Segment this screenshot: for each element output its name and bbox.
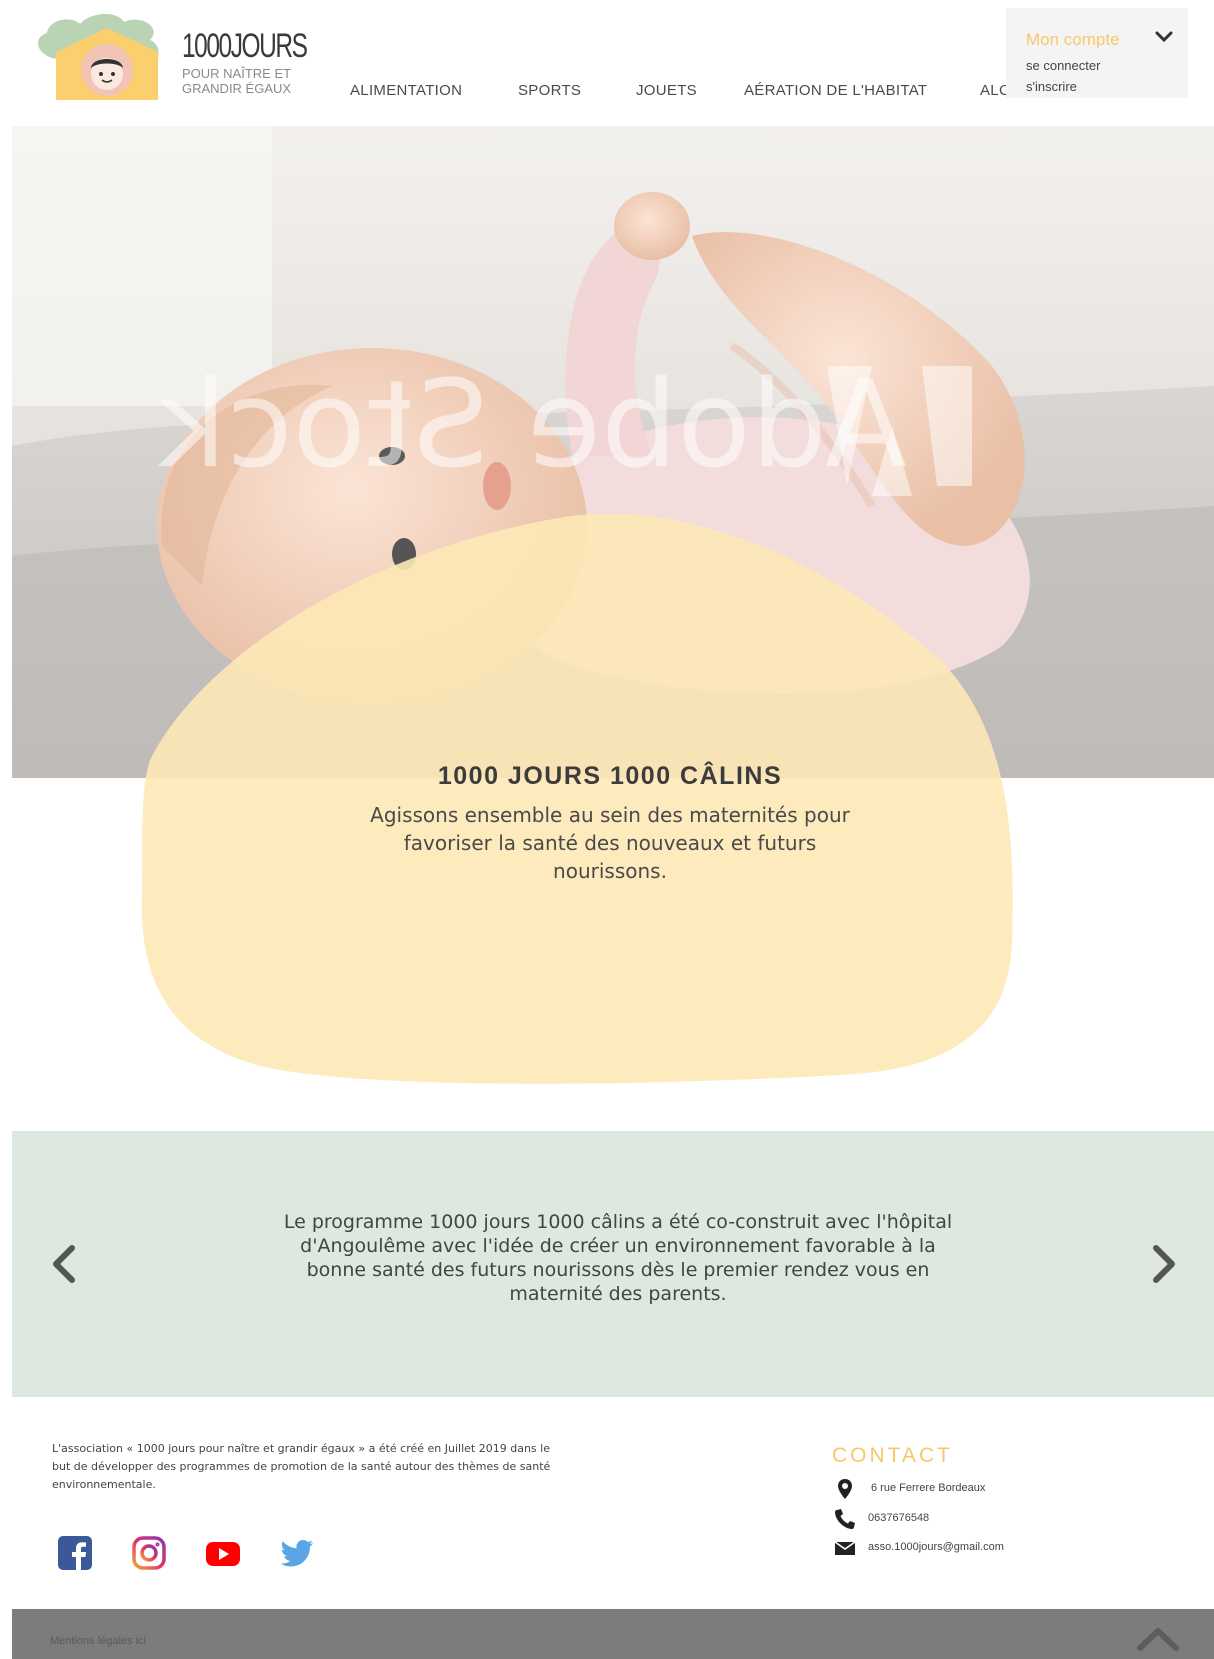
address-text: 6 rue Ferrere Bordeaux [871, 1482, 986, 1494]
contact-title: CONTACT [832, 1444, 953, 1467]
watermark-text: Adobe Stock [157, 356, 907, 495]
chevron-right-icon[interactable] [1150, 1244, 1178, 1284]
chevron-down-icon[interactable] [1154, 30, 1174, 44]
envelope-icon [834, 1541, 856, 1555]
about-text: L'association « 1000 jours pour naître e… [52, 1442, 551, 1491]
bottom-bar: Mentions légales ici [12, 1609, 1214, 1659]
carousel: Le programme 1000 jours 1000 câlins a ét… [12, 1131, 1214, 1397]
email-text[interactable]: asso.1000jours@gmail.com [868, 1541, 1004, 1553]
youtube-icon[interactable] [204, 1534, 242, 1572]
hero-title: 1000 JOURS 1000 CÂLINS [437, 762, 783, 790]
hero-blob [141, 513, 1013, 1084]
nav-item-sports[interactable]: SPORTS [518, 82, 581, 99]
phone-icon [835, 1509, 855, 1529]
twitter-icon[interactable] [278, 1534, 316, 1572]
login-link[interactable]: se connecter [1026, 58, 1100, 73]
signup-link[interactable]: s'inscrire [1026, 79, 1077, 94]
account-menu: Mon compte se connecter s'inscrire [1006, 8, 1188, 98]
chevron-left-icon[interactable] [50, 1244, 78, 1284]
nav-item-aeration[interactable]: AÉRATION DE L'HABITAT [744, 82, 927, 99]
nav-item-alimentation[interactable]: ALIMENTATION [350, 82, 462, 99]
facebook-icon[interactable] [56, 1534, 94, 1572]
brand-subtitle-1: POUR NAÎTRE ET [182, 66, 292, 81]
nav-item-jouets[interactable]: JOUETS [636, 82, 697, 99]
location-pin-icon [838, 1479, 852, 1499]
brand-title: 1000JOURS [182, 27, 308, 65]
chevron-up-icon[interactable] [1134, 1623, 1182, 1653]
hero-subtitle: Agissons ensemble au sein des maternités… [370, 803, 850, 883]
carousel-text: Le programme 1000 jours 1000 câlins a ét… [283, 1211, 953, 1305]
account-title[interactable]: Mon compte [1026, 30, 1120, 50]
legal-link[interactable]: Mentions légales ici [50, 1635, 146, 1647]
instagram-icon[interactable] [130, 1534, 168, 1572]
site-header: 1000JOURS POUR NAÎTRE ET GRANDIR ÉGAUX A… [0, 0, 1214, 126]
phone-text[interactable]: 0637676548 [868, 1512, 929, 1524]
